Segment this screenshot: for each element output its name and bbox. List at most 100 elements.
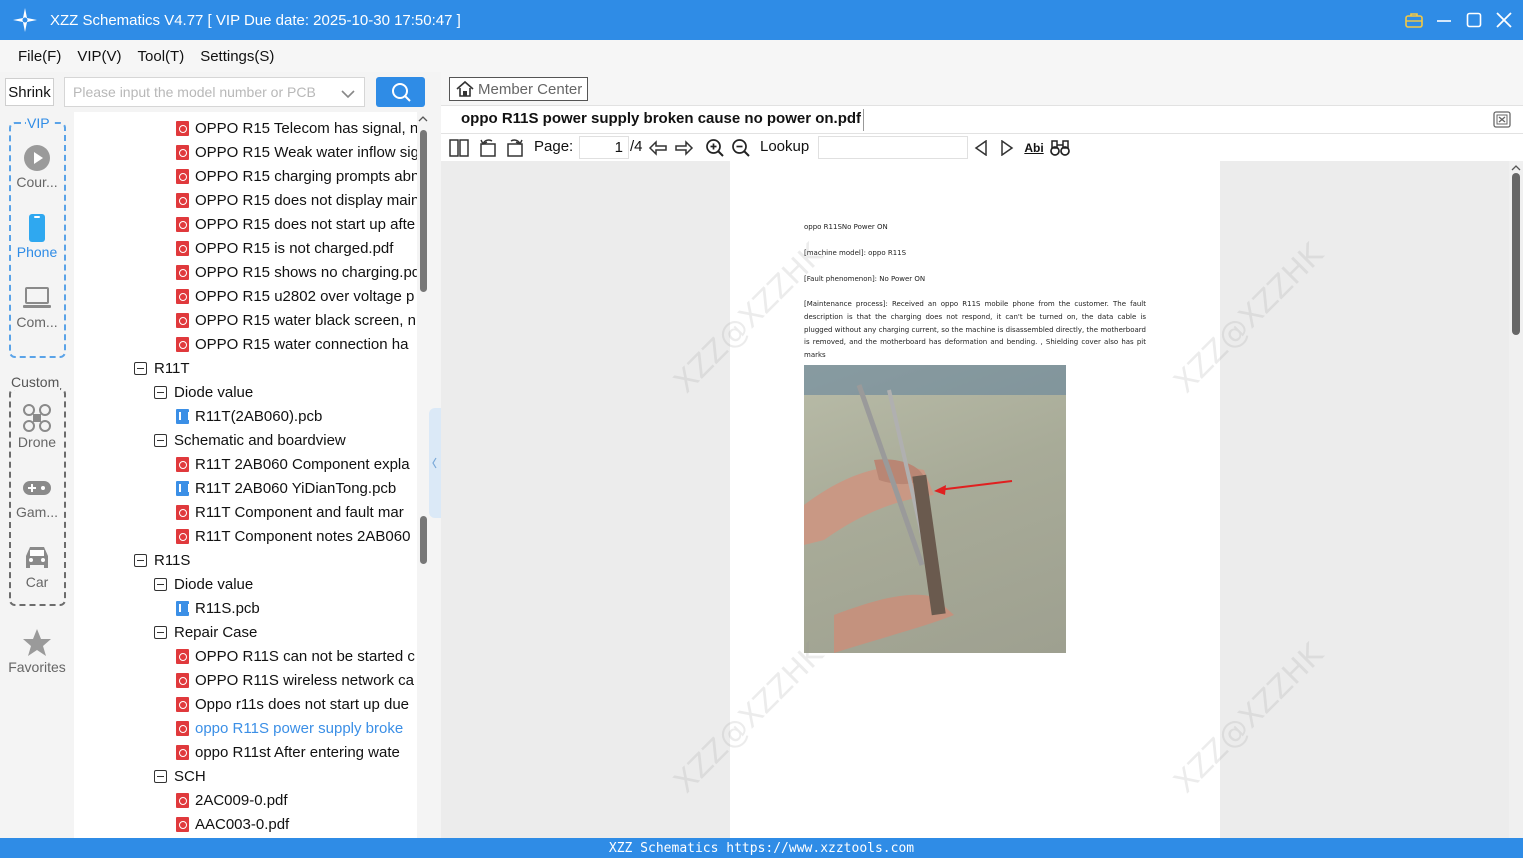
find-prev-icon[interactable] [971,138,991,158]
tree-item-label: R11T 2AB060 Component expla [195,455,410,473]
tree-folder[interactable]: Schematic and boardview [154,428,346,452]
tree-file[interactable]: OPPO R15 Telecom has signal, no [176,116,417,140]
briefcase-icon[interactable] [1405,11,1423,29]
close-tab-icon[interactable] [1493,111,1511,128]
pcb-file-icon [176,480,190,496]
collapse-icon[interactable] [154,625,167,639]
tree-file[interactable]: R11T Component notes 2AB060 [176,524,410,548]
next-page-icon[interactable] [674,138,694,158]
collapse-icon[interactable] [154,769,167,783]
pdf-scrollbar[interactable] [1509,161,1523,838]
pdf-toolbar: Page: 1 /4 Lookup Abi [441,134,1523,161]
tree-file[interactable]: R11T 2AB060 YiDianTong.pcb [176,476,396,500]
tree-item-label: OPPO R15 Telecom has signal, no [195,119,417,137]
home-icon [456,80,474,97]
menu-tool[interactable]: Tool(T) [138,48,185,65]
menu-file[interactable]: File(F) [18,48,61,65]
maximize-button[interactable] [1465,11,1483,29]
tree-file[interactable]: oppo R11st After entering wate [176,740,400,764]
pdf-scroll-thumb[interactable] [1512,173,1520,335]
collapse-icon[interactable] [154,433,167,447]
tree-file[interactable]: OPPO R11S can not be started c [176,644,415,668]
splitter-handle[interactable] [429,408,441,518]
page-total: /4 [630,138,643,155]
tree-file[interactable]: OPPO R15 does not display main [176,188,417,212]
menu-settings[interactable]: Settings(S) [200,48,274,65]
tree-item-label: R11S [154,551,191,569]
rotate-left-icon[interactable] [478,138,498,158]
pdf-file-icon [176,720,189,736]
search-button[interactable] [376,77,425,107]
scroll-up-icon [1511,165,1521,171]
sidebar-item-label: Cour... [16,174,58,190]
close-button[interactable] [1495,11,1513,29]
chevron-down-icon[interactable] [341,86,355,102]
sidebar-item-drone[interactable]: Drone [0,402,74,450]
tree-file[interactable]: OPPO R11S wireless network ca [176,668,414,692]
collapse-icon[interactable] [154,385,167,399]
sidebar-item-courses[interactable]: Cour... [0,142,74,190]
tree-file[interactable]: OPPO R15 shows no charging.pd [176,260,417,284]
pdf-viewer[interactable]: oppo R11SNo Power ON [machine model]: op… [441,161,1509,838]
tree-item-label: oppo R11S power supply broke [195,719,404,737]
drone-icon [0,402,74,434]
binoculars-icon[interactable] [1050,138,1070,158]
menu-vip[interactable]: VIP(V) [77,48,121,65]
minimize-button[interactable] [1435,11,1453,29]
pdf-file-icon [176,336,189,352]
tree-file[interactable]: R11T Component and fault mar [176,500,404,524]
tree-file[interactable]: R11T(2AB060).pcb [176,404,322,428]
two-page-view-icon[interactable] [449,138,469,158]
tree-folder[interactable]: Repair Case [154,620,257,644]
pdf-maintenance-paragraph: [Maintenance process]: Received an oppo … [804,300,1146,360]
tree-item-label: R11T [154,359,190,377]
page-number-input[interactable]: 1 [579,136,629,159]
tree-folder[interactable]: SCH [154,764,206,788]
collapse-icon[interactable] [134,553,147,567]
zoom-out-icon[interactable] [731,138,751,158]
tree-scroll-thumb-secondary[interactable] [420,516,427,564]
tab-document[interactable]: oppo R11S power supply broken cause no p… [461,110,861,127]
tree-folder[interactable]: Diode value [154,572,253,596]
tree-file[interactable]: OPPO R15 water connection ha [176,332,408,356]
tree-file[interactable]: AAC003-0.pdf [176,812,289,836]
tree-file[interactable]: OPPO R15 does not start up afte [176,212,415,236]
tree-file[interactable]: OPPO R15 Weak water inflow sig [176,140,417,164]
tree-file[interactable]: Oppo r11s does not start up due [176,692,409,716]
match-case-icon[interactable]: Abi [1023,138,1045,158]
pdf-file-icon [176,528,189,544]
tree-folder[interactable]: Diode value [154,380,253,404]
tree-scrollbar[interactable] [417,112,429,838]
lookup-input[interactable] [818,136,968,159]
zoom-in-icon[interactable] [705,138,725,158]
tree-file[interactable]: OPPO R15 u2802 over voltage p [176,284,414,308]
member-center-button[interactable]: Member Center [449,77,588,101]
tree-file[interactable]: OPPO R15 charging prompts abn [176,164,417,188]
collapse-icon[interactable] [134,361,147,375]
collapse-icon[interactable] [154,577,167,591]
sidebar-item-game[interactable]: Gam... [0,472,74,520]
sidebar-item-computer[interactable]: Com... [0,282,74,330]
rotate-right-icon[interactable] [505,138,525,158]
shrink-button[interactable]: Shrink [5,78,54,106]
tree-file[interactable]: oppo R11S power supply broke [176,716,403,740]
pcb-file-icon [176,408,190,424]
prev-page-icon[interactable] [648,138,668,158]
tree-file[interactable]: OPPO R15 is not charged.pdf [176,236,393,260]
tree-item-label: OPPO R15 water connection ha [195,335,409,353]
tree-folder[interactable]: R11S [134,548,190,572]
tree-file[interactable]: 2AC009-0.pdf [176,788,288,812]
lookup-label: Lookup [760,138,810,155]
search-input[interactable]: Please input the model number or PCB [64,77,365,107]
tree-file[interactable]: R11T 2AB060 Component expla [176,452,410,476]
tree-item-label: OPPO R15 is not charged.pdf [195,239,394,257]
tree-file[interactable]: R11S.pcb [176,596,260,620]
sidebar-item-car[interactable]: Car [0,542,74,590]
sidebar-item-favorites[interactable]: Favorites [0,627,74,675]
find-next-icon[interactable] [997,138,1017,158]
tree-scroll-thumb[interactable] [420,130,427,292]
tree-folder[interactable]: R11T [134,356,190,380]
tree-file[interactable]: OPPO R15 water black screen, n [176,308,416,332]
sidebar-item-phone[interactable]: Phone [0,212,74,260]
tree-item-label: OPPO R15 shows no charging.pd [195,263,417,281]
